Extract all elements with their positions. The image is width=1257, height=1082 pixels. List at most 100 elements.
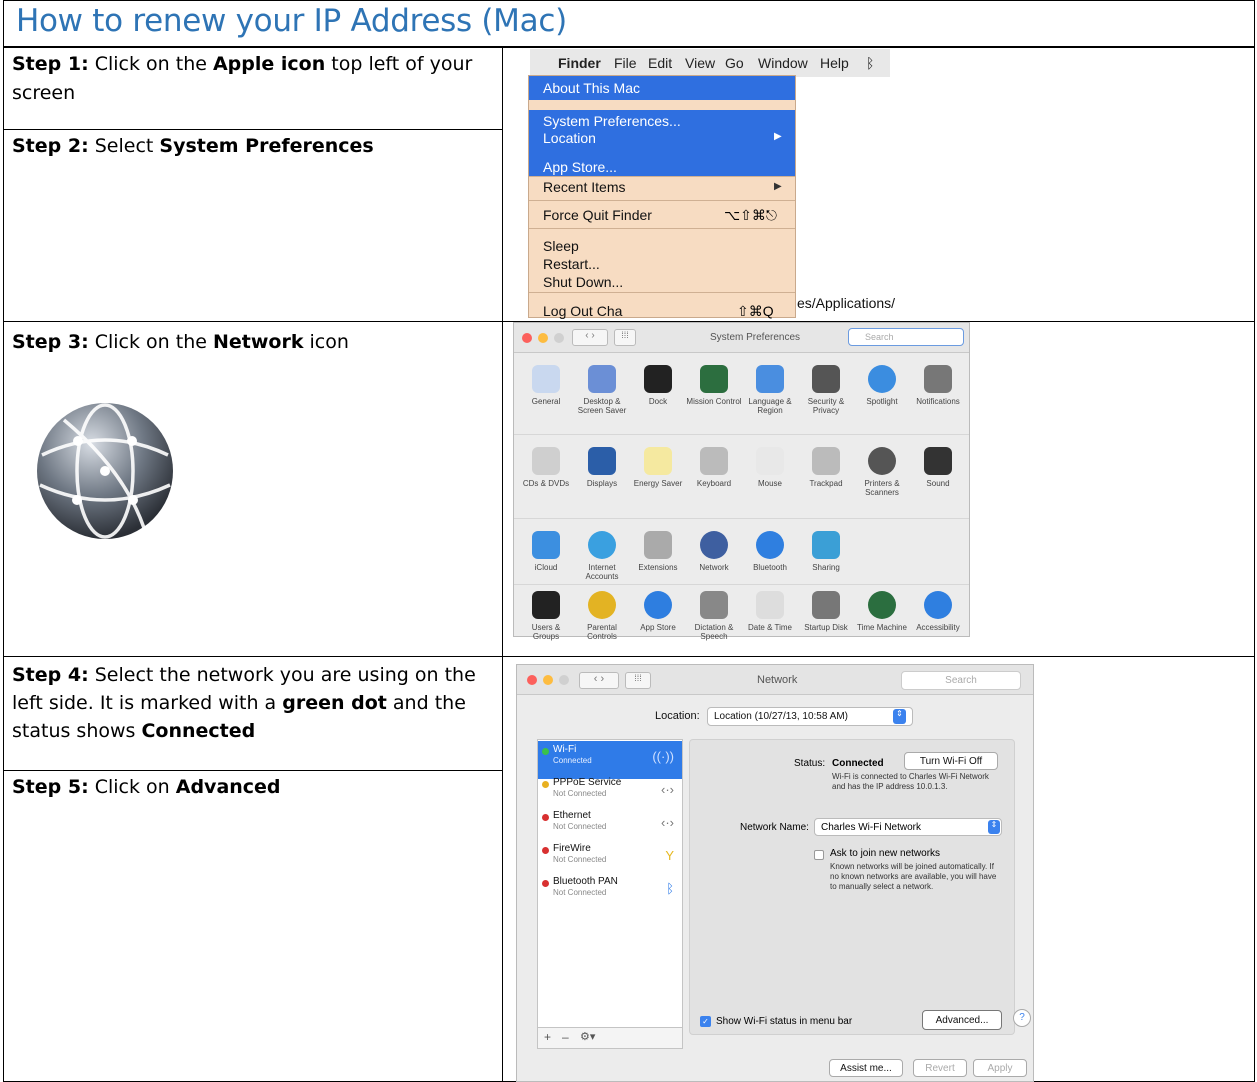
menu-item-about[interactable]: About This Mac xyxy=(543,80,640,96)
location-select[interactable]: Location (10/27/13, 10:58 AM) xyxy=(707,707,913,726)
pref-pane-internet-accounts[interactable]: Internet Accounts xyxy=(574,531,630,581)
pref-icon xyxy=(924,591,952,619)
pref-pane-app-store[interactable]: App Store xyxy=(630,591,686,632)
pref-pane-users-groups[interactable]: Users & Groups xyxy=(518,591,574,641)
pref-icon xyxy=(756,591,784,619)
step5-label: Step 5: xyxy=(12,776,89,798)
turn-wifi-off-button[interactable]: Turn Wi-Fi Off xyxy=(904,752,998,770)
zoom-icon[interactable] xyxy=(554,333,564,343)
pref-pane-notifications[interactable]: Notifications xyxy=(910,365,966,406)
pref-pane-startup-disk[interactable]: Startup Disk xyxy=(798,591,854,632)
system-preferences-window: ‹ › ⁞⁞⁞ System Preferences Search Genera… xyxy=(513,322,970,641)
zoom-icon[interactable] xyxy=(559,675,569,685)
pref-pane-network[interactable]: Network xyxy=(686,531,742,572)
pref-pane-trackpad[interactable]: Trackpad xyxy=(798,447,854,488)
gear-icon[interactable]: ⚙▾ xyxy=(580,1030,595,1043)
back-forward-icon[interactable]: ‹ › xyxy=(572,329,608,346)
menubar-finder[interactable]: Finder xyxy=(558,55,601,71)
pref-label: iCloud xyxy=(534,563,558,572)
menubar-view[interactable]: View xyxy=(685,55,715,71)
assist-me-button[interactable]: Assist me... xyxy=(829,1059,903,1077)
step4-text: Step 4: Select the network you are using… xyxy=(4,657,502,747)
pref-label: Energy Saver xyxy=(633,479,683,488)
pref-pane-printers-scanners[interactable]: Printers & Scanners xyxy=(854,447,910,497)
menu-item-sleep[interactable]: Sleep xyxy=(543,238,579,254)
add-service-button[interactable]: + xyxy=(544,1030,551,1044)
network-name-select[interactable]: Charles Wi-Fi Network xyxy=(814,818,1002,836)
pref-pane-cds-dvds[interactable]: CDs & DVDs xyxy=(518,447,574,488)
ask-join-checkbox[interactable] xyxy=(814,850,824,860)
help-button[interactable]: ? xyxy=(1013,1009,1031,1027)
step1-part-b: Apple icon xyxy=(212,53,326,75)
pref-label: Spotlight xyxy=(866,397,898,406)
pref-pane-mouse[interactable]: Mouse xyxy=(742,447,798,488)
pref-label: Accessibility xyxy=(916,623,960,632)
pref-pane-language-region[interactable]: Language & Region xyxy=(742,365,798,415)
status-dot xyxy=(542,814,549,821)
pref-pane-date-time[interactable]: Date & Time xyxy=(742,591,798,632)
pref-icon xyxy=(644,447,672,475)
show-all-icon[interactable]: ⁞⁞⁞ xyxy=(614,329,636,346)
pref-pane-general[interactable]: General xyxy=(518,365,574,406)
pref-label: App Store xyxy=(640,623,676,632)
menu-item-log-out[interactable]: Log Out Cha xyxy=(543,303,622,319)
pref-pane-spotlight[interactable]: Spotlight xyxy=(854,365,910,406)
pref-label: Mouse xyxy=(757,479,782,488)
pref-pane-keyboard[interactable]: Keyboard xyxy=(686,447,742,488)
pref-label: Security & Privacy xyxy=(807,397,845,415)
menu-item-force-quit[interactable]: Force Quit Finder xyxy=(543,207,652,223)
apply-button[interactable]: Apply xyxy=(973,1059,1027,1077)
menu-item-restart[interactable]: Restart... xyxy=(543,256,600,272)
show-wifi-checkbox[interactable]: ✓ xyxy=(700,1016,711,1027)
pref-pane-extensions[interactable]: Extensions xyxy=(630,531,686,572)
pref-pane-icloud[interactable]: iCloud xyxy=(518,531,574,572)
pref-pane-security-privacy[interactable]: Security & Privacy xyxy=(798,365,854,415)
advanced-button[interactable]: Advanced... xyxy=(922,1010,1002,1030)
service-item-bluetooth-pan[interactable]: Bluetooth PAN Not Connected ᛒ xyxy=(538,873,682,911)
step3-label: Step 3: xyxy=(12,331,89,353)
pref-pane-dock[interactable]: Dock xyxy=(630,365,686,406)
pref-pane-bluetooth[interactable]: Bluetooth xyxy=(742,531,798,572)
menubar-help[interactable]: Help xyxy=(820,55,849,71)
pref-icon xyxy=(868,447,896,475)
pref-pane-mission-control[interactable]: Mission Control xyxy=(686,365,742,406)
menubar-window[interactable]: Window xyxy=(758,55,808,71)
menu-item-location[interactable]: Location xyxy=(543,130,596,146)
log-out-shortcut: ⇧⌘Q xyxy=(737,303,774,319)
minimize-icon[interactable] xyxy=(538,333,548,343)
menubar-edit[interactable]: Edit xyxy=(648,55,672,71)
sysprefs-search-input[interactable]: Search xyxy=(848,328,964,346)
pref-pane-displays[interactable]: Displays xyxy=(574,447,630,488)
submenu-arrow-icon: ▶ xyxy=(774,181,782,192)
pref-pane-parental-controls[interactable]: Parental Controls xyxy=(574,591,630,641)
pref-pane-desktop-screen-saver[interactable]: Desktop & Screen Saver xyxy=(574,365,630,415)
remove-service-button[interactable]: – xyxy=(562,1030,569,1044)
pref-pane-dictation-speech[interactable]: Dictation & Speech xyxy=(686,591,742,641)
menu-item-shut-down[interactable]: Shut Down... xyxy=(543,274,623,290)
menu-item-app-store[interactable]: App Store... xyxy=(543,159,617,175)
pref-pane-energy-saver[interactable]: Energy Saver xyxy=(630,447,686,488)
menubar-go[interactable]: Go xyxy=(725,55,744,71)
pref-pane-sound[interactable]: Sound xyxy=(910,447,966,488)
pref-pane-accessibility[interactable]: Accessibility xyxy=(910,591,966,632)
show-all-icon[interactable]: ⁞⁞⁞ xyxy=(625,672,651,689)
minimize-icon[interactable] xyxy=(543,675,553,685)
step2-label: Step 2: xyxy=(12,135,89,157)
service-name: Ethernet xyxy=(553,810,591,821)
revert-button[interactable]: Revert xyxy=(913,1059,967,1077)
service-status: Not Connected xyxy=(553,822,607,831)
menu-item-system-preferences[interactable]: System Preferences... xyxy=(543,113,681,129)
network-search-input[interactable]: Search xyxy=(901,671,1021,690)
service-status: Not Connected xyxy=(553,855,607,864)
pref-pane-time-machine[interactable]: Time Machine xyxy=(854,591,910,632)
bluetooth-icon[interactable]: ᛒ xyxy=(866,55,874,71)
menu-item-recent-items[interactable]: Recent Items xyxy=(543,179,625,195)
back-forward-icon[interactable]: ‹ › xyxy=(579,672,619,689)
close-icon[interactable] xyxy=(527,675,537,685)
close-icon[interactable] xyxy=(522,333,532,343)
pref-pane-sharing[interactable]: Sharing xyxy=(798,531,854,572)
menubar-file[interactable]: File xyxy=(614,55,637,71)
pref-label: Startup Disk xyxy=(804,623,848,632)
pref-label: Network xyxy=(699,563,729,572)
pref-icon xyxy=(924,447,952,475)
